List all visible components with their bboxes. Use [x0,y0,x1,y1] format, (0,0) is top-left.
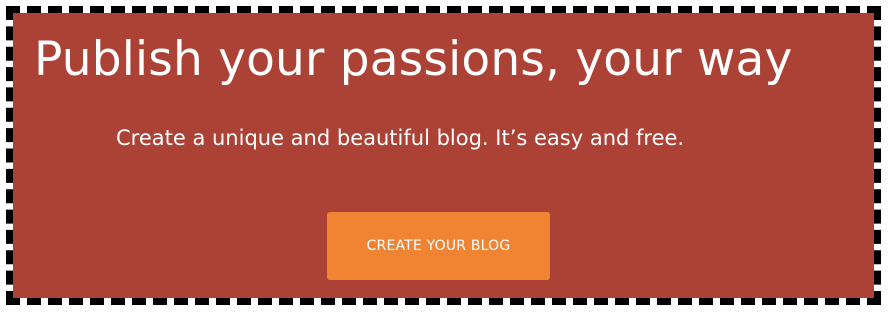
hero-headline: Publish your passions, your way [34,32,793,87]
hero-banner: Publish your passions, your way Create a… [13,13,874,298]
dashed-frame: Publish your passions, your way Create a… [6,6,881,305]
hero-subtitle: Create a unique and beautiful blog. It’s… [116,126,685,150]
create-blog-button[interactable]: CREATE YOUR BLOG [327,212,550,280]
create-blog-button-label: CREATE YOUR BLOG [366,238,511,254]
